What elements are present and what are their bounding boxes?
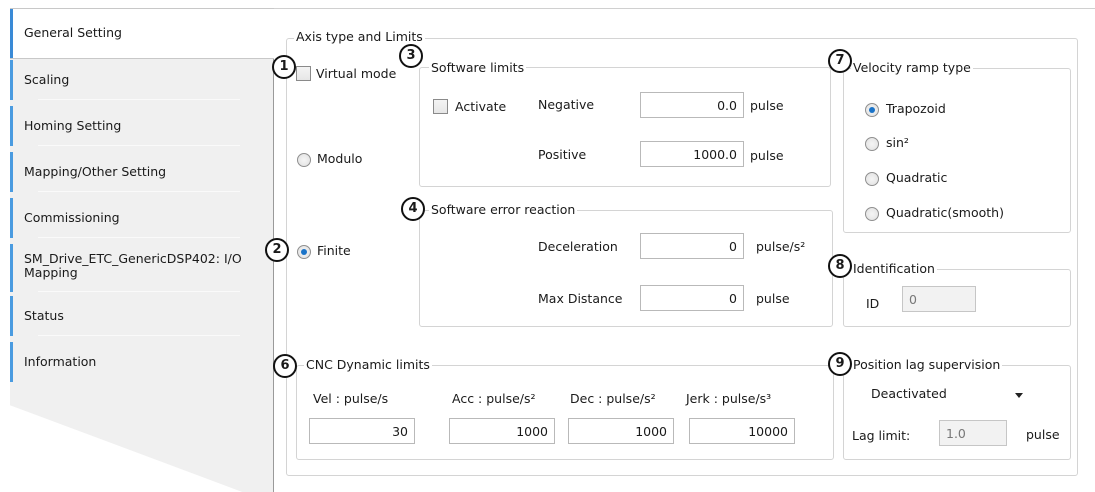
max-distance-label: Max Distance <box>538 291 623 306</box>
tab-separator <box>38 145 240 146</box>
callout-badge: 8 <box>828 254 852 278</box>
dec-label: Dec : pulse/s² <box>570 391 656 406</box>
dec-input[interactable]: 1000 <box>568 418 674 444</box>
position-lag-title: Position lag supervision <box>851 357 1003 372</box>
velocity-ramp-title: Velocity ramp type <box>851 60 973 75</box>
tab-indicator <box>10 198 13 238</box>
callout-badge: 9 <box>828 352 852 376</box>
deceleration-label: Deceleration <box>538 239 618 254</box>
id-label: ID <box>866 296 880 311</box>
tab-label: Commissioning <box>24 210 120 225</box>
activate-label: Activate <box>455 99 507 114</box>
id-input[interactable]: 0 <box>902 286 976 312</box>
tab-indicator <box>10 244 13 292</box>
tab-general-setting[interactable]: General Setting <box>10 8 274 59</box>
virtual-mode-checkbox[interactable] <box>296 66 311 81</box>
tab-mapping-other-setting[interactable]: Mapping/Other Setting <box>10 152 274 192</box>
ramp-quadratic-radio[interactable] <box>865 172 879 186</box>
ramp-trapozoid-label: Trapozoid <box>886 101 946 116</box>
finite-label: Finite <box>317 243 351 258</box>
identification-title: Identification <box>851 261 937 276</box>
vel-input[interactable]: 30 <box>309 418 415 444</box>
lag-limit-unit: pulse <box>1026 427 1060 442</box>
chevron-down-icon <box>1015 393 1023 398</box>
callout-badge: 2 <box>265 238 289 262</box>
tab-status[interactable]: Status <box>10 296 274 336</box>
lag-limit-label: Lag limit: <box>852 428 911 443</box>
tab-indicator <box>10 60 13 100</box>
axis-type-title: Axis type and Limits <box>294 29 425 44</box>
max-distance-input[interactable]: 0 <box>640 285 744 311</box>
negative-unit: pulse <box>750 98 784 113</box>
callout-badge: 3 <box>399 44 423 68</box>
tab-label: Information <box>24 354 97 369</box>
tab-io-mapping[interactable]: SM_Drive_ETC_GenericDSP402: I/O Mapping <box>10 244 274 292</box>
positive-limit-input[interactable]: 1000.0 <box>640 141 744 167</box>
ramp-quadratic-label: Quadratic <box>886 170 948 185</box>
tab-label: Status <box>24 308 64 323</box>
deceleration-input[interactable]: 0 <box>640 233 744 259</box>
negative-label: Negative <box>538 97 595 112</box>
tab-homing-setting[interactable]: Homing Setting <box>10 106 274 146</box>
callout-badge: 7 <box>828 49 852 73</box>
tab-separator <box>38 291 240 292</box>
tab-commissioning[interactable]: Commissioning <box>10 198 274 238</box>
tab-label: Homing Setting <box>24 118 122 133</box>
deceleration-unit: pulse/s² <box>756 239 806 254</box>
tab-label: Mapping/Other Setting <box>24 164 167 179</box>
max-distance-unit: pulse <box>756 291 790 306</box>
tab-indicator <box>10 342 13 382</box>
tab-label: General Setting <box>24 25 122 40</box>
vel-label: Vel : pulse/s <box>313 391 389 406</box>
modulo-radio[interactable] <box>297 153 311 167</box>
callout-badge: 1 <box>272 55 296 79</box>
positive-label: Positive <box>538 147 587 162</box>
lag-mode-select[interactable]: Deactivated <box>866 381 1028 409</box>
error-reaction-title: Software error reaction <box>429 202 578 217</box>
callout-badge: 4 <box>401 197 425 221</box>
tab-separator <box>38 237 240 238</box>
lag-mode-value: Deactivated <box>871 386 947 401</box>
callout-badge: 6 <box>273 354 297 378</box>
finite-radio[interactable] <box>297 245 311 259</box>
cnc-limits-title: CNC Dynamic limits <box>304 357 432 372</box>
cnc-limits-group <box>296 365 834 460</box>
jerk-label: Jerk : pulse/s³ <box>686 391 772 406</box>
tab-indicator <box>10 106 13 146</box>
acc-label: Acc : pulse/s² <box>452 391 536 406</box>
ramp-trapozoid-radio[interactable] <box>865 103 879 117</box>
ramp-sin2-radio[interactable] <box>865 137 879 151</box>
acc-input[interactable]: 1000 <box>449 418 555 444</box>
software-limits-title: Software limits <box>429 60 527 75</box>
tab-separator <box>38 191 240 192</box>
software-limits-group <box>419 67 831 187</box>
error-reaction-group <box>419 210 833 327</box>
activate-checkbox[interactable] <box>433 99 448 114</box>
virtual-mode-label: Virtual mode <box>316 66 397 81</box>
tab-indicator <box>10 9 13 58</box>
tab-indicator <box>10 152 13 192</box>
negative-limit-input[interactable]: 0.0 <box>640 92 744 118</box>
lag-limit-input[interactable]: 1.0 <box>939 420 1007 446</box>
tab-label: SM_Drive_ETC_GenericDSP402: I/O Mapping <box>24 251 242 280</box>
tab-separator <box>38 99 240 100</box>
positive-unit: pulse <box>750 148 784 163</box>
modulo-label: Modulo <box>317 151 363 166</box>
ramp-sin2-label: sin² <box>886 135 909 150</box>
tab-information[interactable]: Information <box>10 342 274 382</box>
ramp-quadratic-smooth-label: Quadratic(smooth) <box>886 205 1004 220</box>
tab-separator <box>38 335 240 336</box>
ramp-quadratic-smooth-radio[interactable] <box>865 207 879 221</box>
tab-indicator <box>10 296 13 336</box>
jerk-input[interactable]: 10000 <box>689 418 795 444</box>
tab-label: Scaling <box>24 72 70 87</box>
tab-scaling[interactable]: Scaling <box>10 60 274 100</box>
